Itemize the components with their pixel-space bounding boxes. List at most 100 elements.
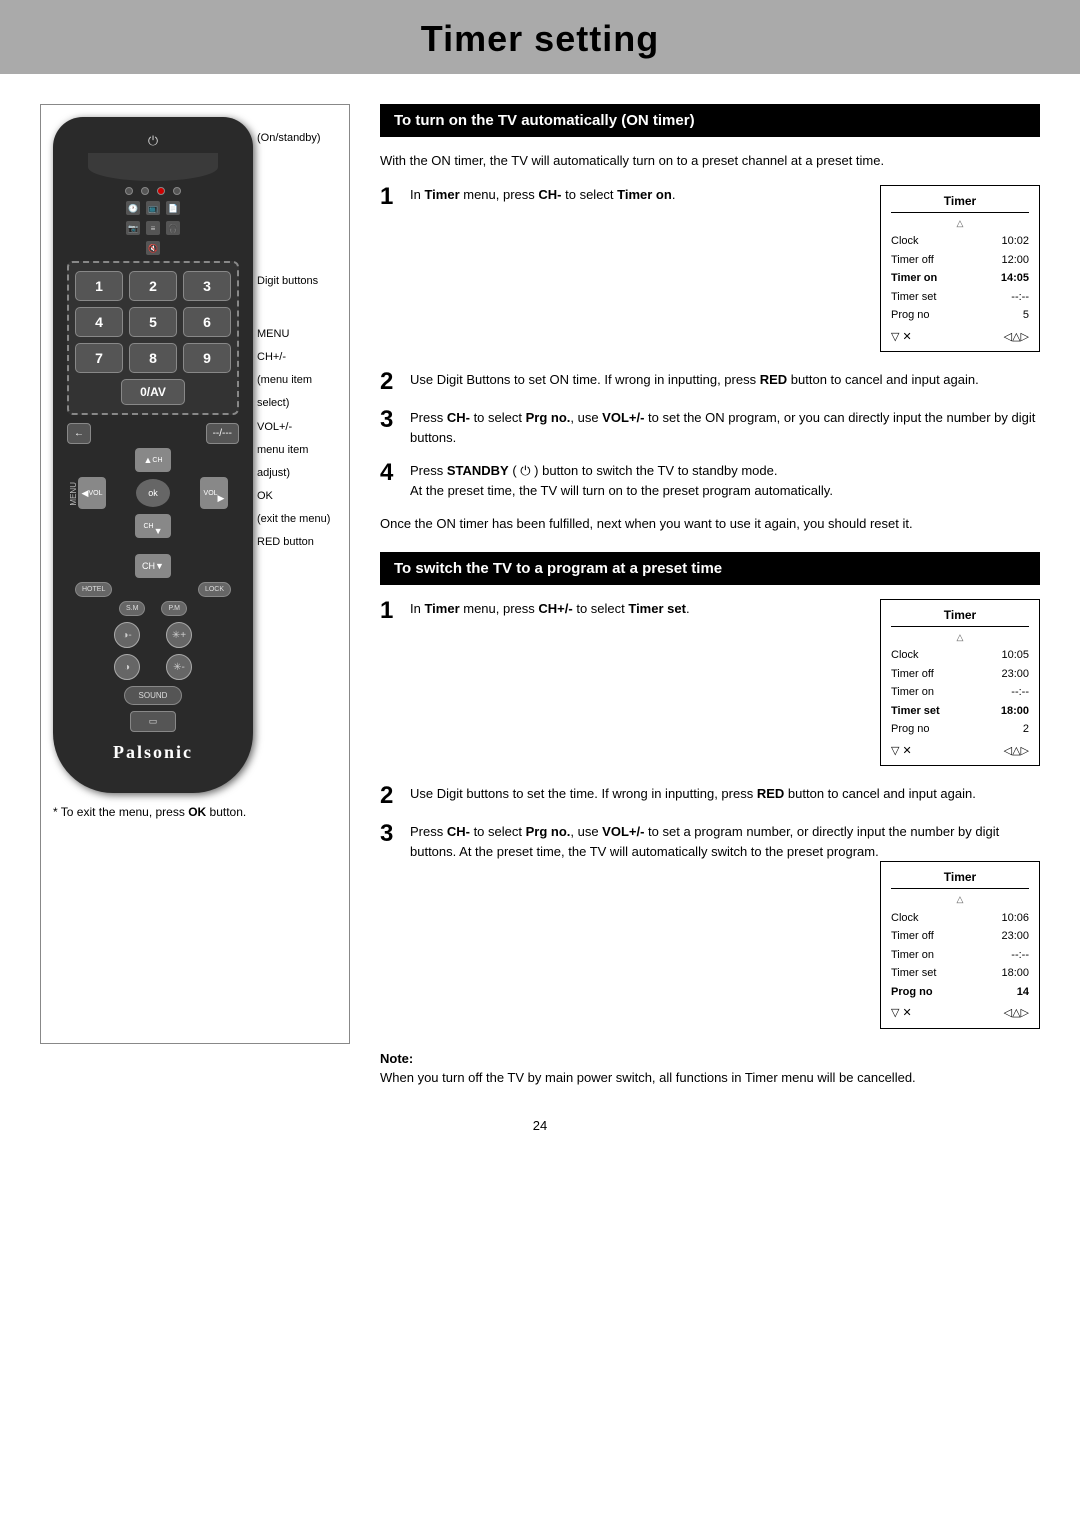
ann-ok-sub: (exit the menu) [257, 508, 337, 531]
standby-area: ⏻ [67, 133, 239, 149]
contrast-minus-btn[interactable]: ◑- [114, 622, 140, 648]
main-content: ⏻ [0, 104, 1080, 1088]
timer-label-set: Timer set [891, 289, 936, 306]
btn-zero-av[interactable]: 0/AV [121, 379, 185, 405]
timer-box-2: Timer △ Clock 10:05 Timer off 23:00 Time… [880, 599, 1040, 767]
return-btn[interactable]: ← [67, 423, 91, 444]
brightness-plus-btn[interactable]: ✳+ [166, 622, 192, 648]
vol-down-btn[interactable]: ◀VOL [78, 477, 106, 509]
brightness-btn[interactable]: ✳- [166, 654, 192, 680]
remote-column: ⏻ [40, 104, 350, 1088]
ann-ch-sub: (menu item [257, 369, 337, 392]
timer-nav-1: ▽ ✕ ◁△▷ [891, 329, 1029, 346]
t3-value-set: 18:00 [1001, 965, 1029, 982]
section1-intro: With the ON timer, the TV will automatic… [380, 151, 1040, 171]
timer-box-1: Timer △ Clock 10:02 Timer off 12:00 Time… [880, 185, 1040, 353]
timer-box-1-triangle: △ [891, 217, 1029, 231]
btn-2[interactable]: 2 [129, 271, 177, 301]
timer-row-on: Timer on 14:05 [891, 269, 1029, 288]
t3-value-on: --:-- [1011, 947, 1029, 964]
page-number: 24 [0, 1118, 1080, 1153]
dash-btn[interactable]: --/--- [206, 423, 239, 444]
t2-value-clock: 10:05 [1001, 647, 1029, 664]
btn-5[interactable]: 5 [129, 307, 177, 337]
sound-btn[interactable]: SOUND [124, 686, 183, 705]
t3-label-prog: Prog no [891, 984, 933, 1001]
menu-label: MENU [69, 482, 78, 506]
ann-menu: MENU [257, 323, 337, 346]
contrast-btn[interactable]: ◑ [114, 654, 140, 680]
step1-content: In Timer menu, press CH- to select Timer… [410, 185, 1040, 357]
btn-6[interactable]: 6 [183, 307, 231, 337]
step4-num: 4 [380, 461, 400, 485]
btn-8[interactable]: 8 [129, 343, 177, 373]
s2-step3: 3 Press CH- to select Prg no., use VOL+/… [380, 822, 1040, 1033]
t2-row-on: Timer on --:-- [891, 683, 1029, 702]
t2-value-on: --:-- [1011, 684, 1029, 701]
timer-label-clock: Clock [891, 233, 919, 250]
timer-box-2-triangle: △ [891, 631, 1029, 645]
headphone-icon: 🎧 [166, 221, 180, 235]
t3-row-clock: Clock 10:06 [891, 909, 1029, 928]
vol-up-btn[interactable]: VOL▶ [200, 477, 228, 509]
sensor-3 [157, 187, 165, 195]
timer-label-prog: Prog no [891, 307, 930, 324]
ann-vol-sub: menu item [257, 439, 337, 462]
hotel-btn[interactable]: HOTEL [75, 582, 112, 597]
t2-row-off: Timer off 23:00 [891, 665, 1029, 684]
ann-red: RED button [257, 531, 337, 554]
btn-9[interactable]: 9 [183, 343, 231, 373]
ch-down-btn[interactable]: CH▼ [135, 514, 171, 538]
ch-up-btn[interactable]: ▲CH [135, 448, 171, 472]
standby-icon: ⏻ [148, 133, 158, 148]
page-title: Timer setting [0, 18, 1080, 60]
ann-vol: VOL+/- [257, 416, 337, 439]
s2-step1-content: In Timer menu, press CH+/- to select Tim… [410, 599, 1040, 771]
timer-label-off: Timer off [891, 252, 934, 269]
doc-icon: 📄 [166, 201, 180, 215]
s2-step2-content: Use Digit buttons to set the time. If wr… [410, 784, 1030, 804]
sensor-1 [125, 187, 133, 195]
brightness-row-2: ◑ ✳- [114, 654, 192, 680]
t3-label-clock: Clock [891, 910, 919, 927]
t3-nav-left: ▽ ✕ [891, 1005, 912, 1022]
btn-3[interactable]: 3 [183, 271, 231, 301]
t3-row-prog: Prog no 14 [891, 983, 1029, 1002]
cam-icon: 📷 [126, 221, 140, 235]
step2: 2 Use Digit Buttons to set ON time. If w… [380, 370, 1040, 394]
step1: 1 In Timer menu, press CH- to select Tim… [380, 185, 1040, 357]
mute-icon: 🔇 [146, 241, 160, 255]
pm-btn[interactable]: P.M [161, 601, 187, 616]
timer-row-off: Timer off 12:00 [891, 251, 1029, 270]
ch-down-large-btn[interactable]: CH▼ [135, 554, 171, 578]
s2-step3-content: Press CH- to select Prg no., use VOL+/- … [410, 822, 1040, 1033]
note-label: Note: [380, 1051, 413, 1066]
ok-btn[interactable]: ok [136, 479, 170, 507]
t2-value-prog: 2 [1023, 721, 1029, 738]
screen-btn[interactable]: ▭ [130, 711, 177, 732]
remote-control: ⏻ [53, 117, 253, 793]
t2-row-prog: Prog no 2 [891, 720, 1029, 739]
btn-7[interactable]: 7 [75, 343, 123, 373]
sm-pm-row: S.M P.M [67, 601, 239, 616]
t2-row-clock: Clock 10:05 [891, 646, 1029, 665]
t2-value-set: 18:00 [1001, 703, 1029, 720]
btn-1[interactable]: 1 [75, 271, 123, 301]
timer-box-3-triangle: △ [891, 893, 1029, 907]
t2-label-on: Timer on [891, 684, 934, 701]
remote-annotations: (On/standby) Digit buttons MENU CH+/- (m… [253, 117, 337, 793]
tv-icon: 📺 [146, 201, 160, 215]
note-text: When you turn off the TV by main power s… [380, 1070, 916, 1085]
timer-nav-right: ◁△▷ [1004, 329, 1029, 346]
remote-box: ⏻ [40, 104, 350, 1044]
s2-step1-num: 1 [380, 599, 400, 623]
ann-on-standby: (On/standby) [257, 127, 337, 150]
btn-4[interactable]: 4 [75, 307, 123, 337]
note-block: Note: When you turn off the TV by main p… [380, 1049, 1040, 1088]
sm-btn[interactable]: S.M [119, 601, 145, 616]
lock-btn[interactable]: LOCK [198, 582, 231, 597]
s2-step1: 1 In Timer menu, press CH+/- to select T… [380, 599, 1040, 771]
step3: 3 Press CH- to select Prg no., use VOL+/… [380, 408, 1040, 447]
step4-content: Press STANDBY ( ⏻ ) button to switch the… [410, 461, 1040, 500]
t3-label-off: Timer off [891, 928, 934, 945]
